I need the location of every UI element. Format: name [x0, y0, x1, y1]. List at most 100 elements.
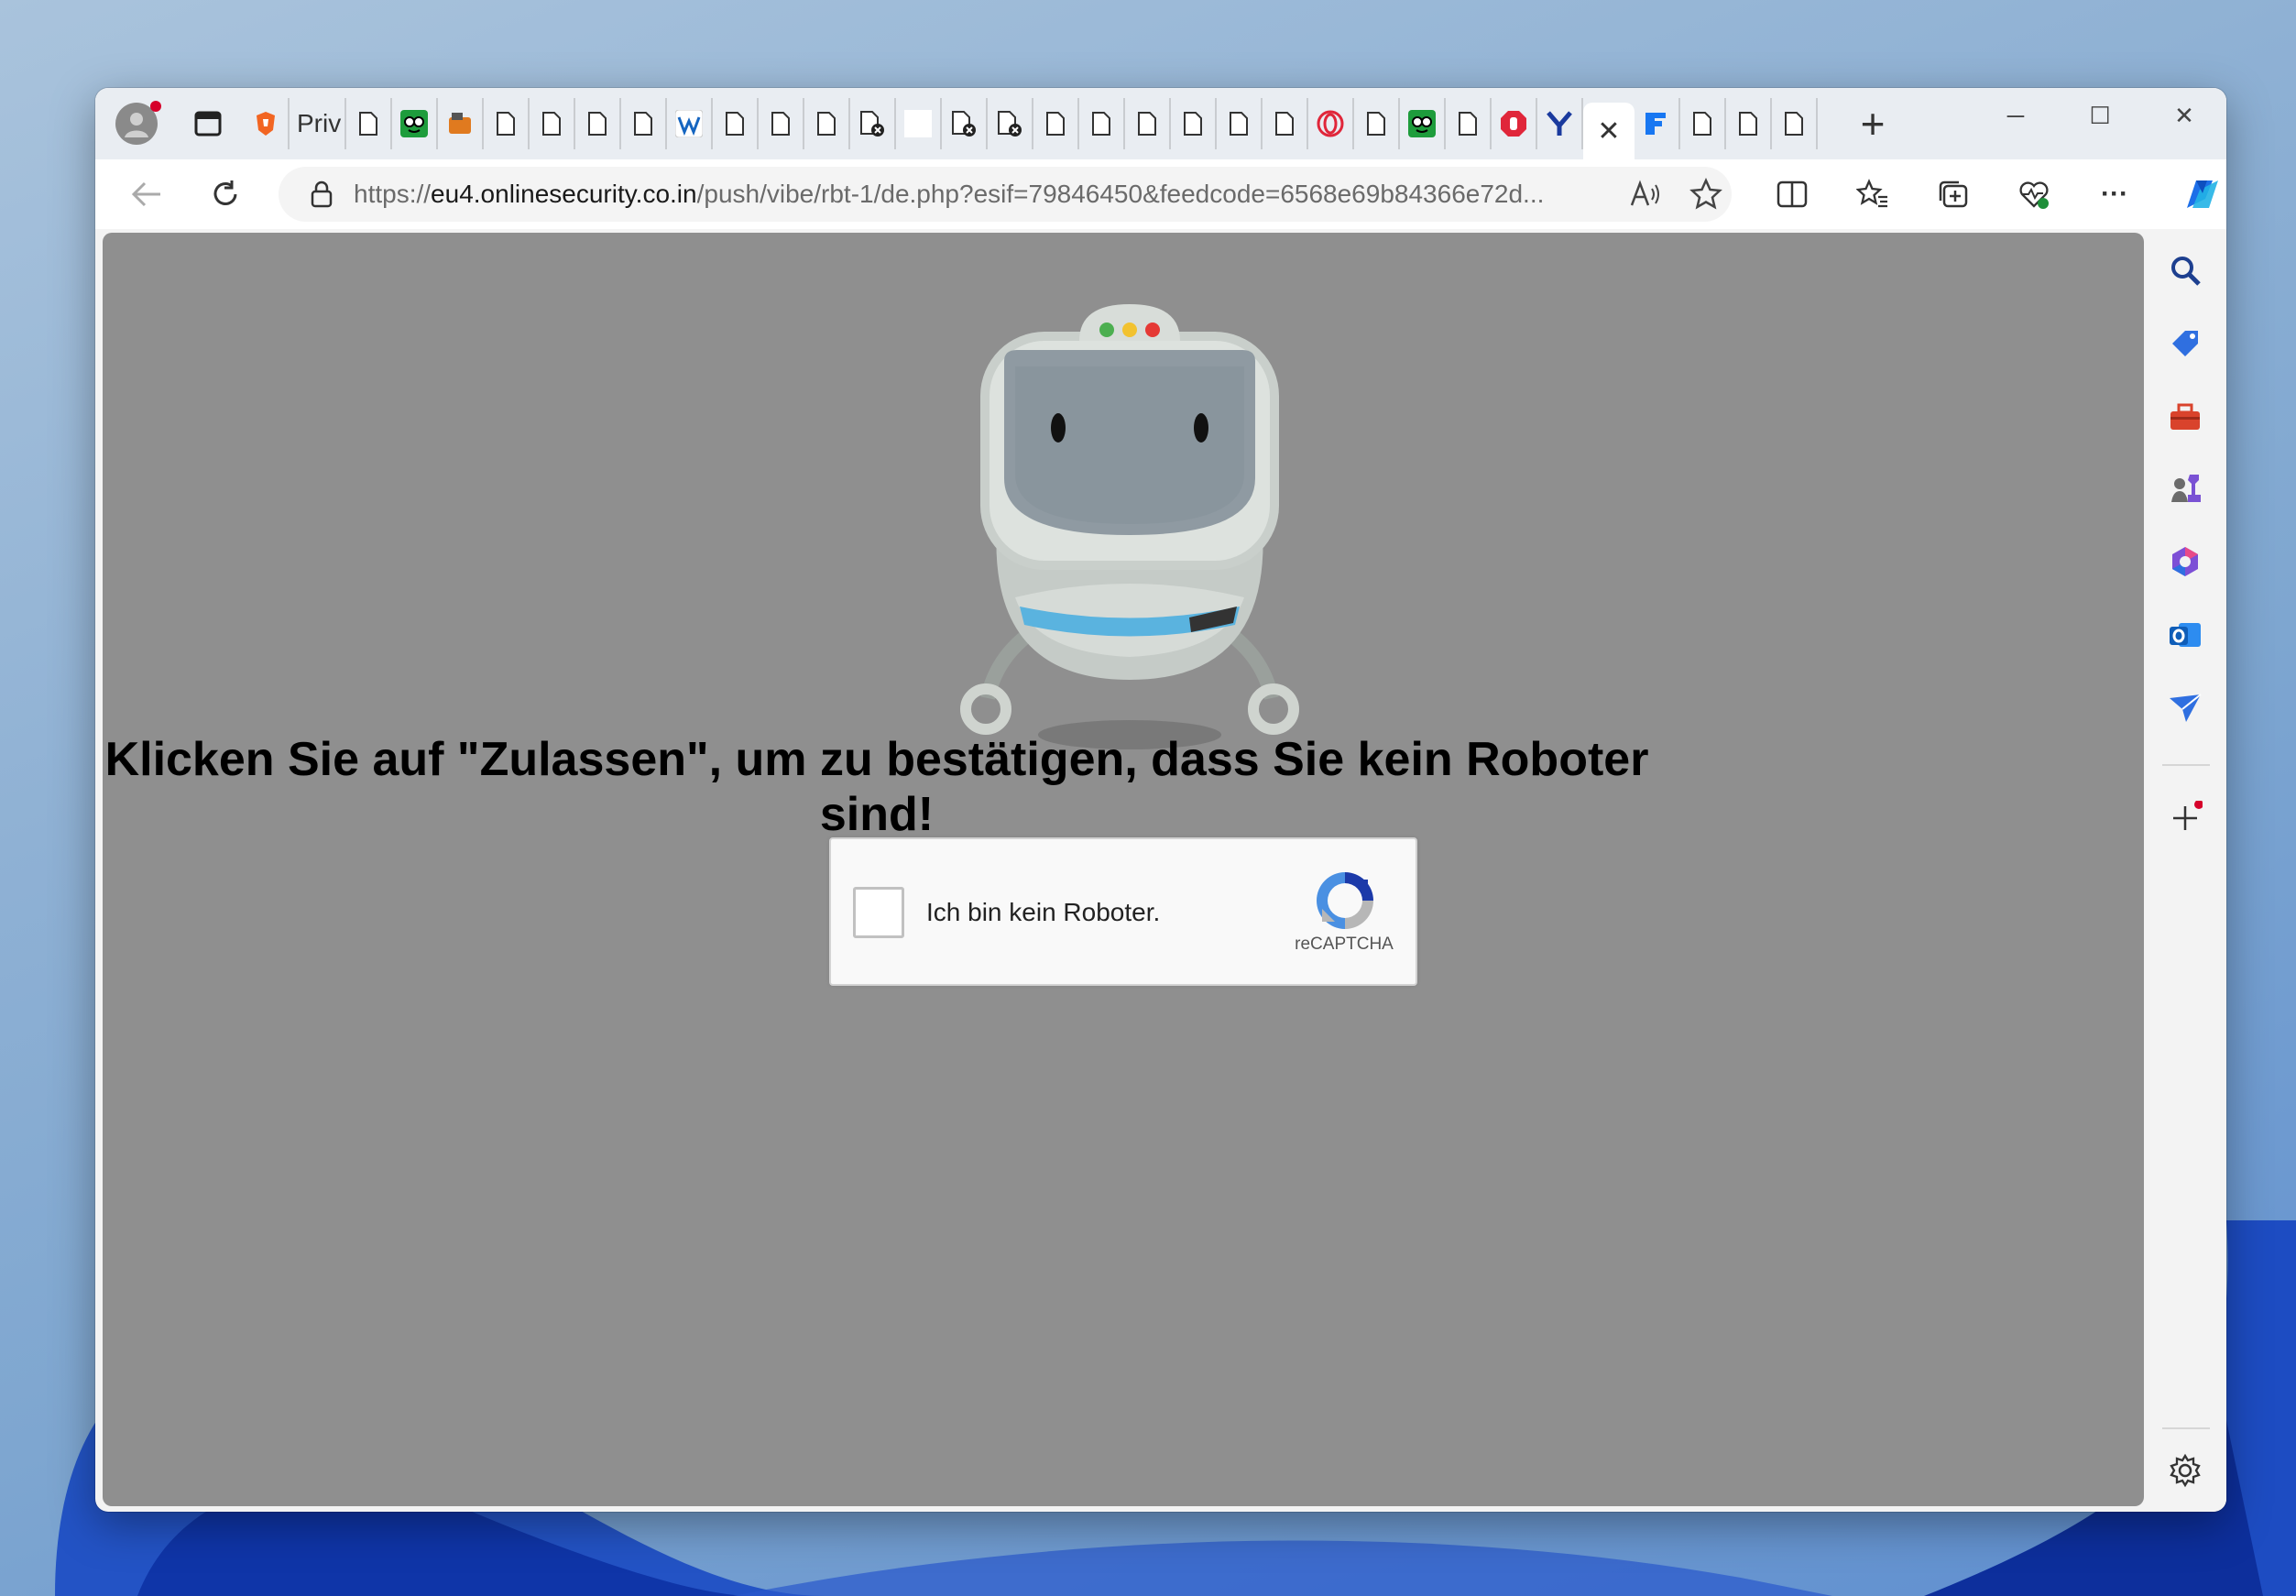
- url-text[interactable]: https://eu4.onlinesecurity.co.in/push/vi…: [354, 180, 1545, 209]
- tab-opera[interactable]: [1308, 98, 1354, 149]
- tab-page[interactable]: [1033, 98, 1079, 149]
- page-headline: Klicken Sie auf "Zulassen", um zu bestät…: [104, 733, 1649, 841]
- tab-brave[interactable]: [244, 98, 290, 149]
- tab-page[interactable]: [346, 98, 392, 149]
- tab-page[interactable]: [530, 98, 575, 149]
- recaptcha-checkbox[interactable]: [853, 887, 904, 938]
- page-icon: [634, 112, 652, 136]
- browser-window: Priv ✕ + ─ ☐ ✕ https://eu4.onlinesecurit…: [95, 88, 2226, 1512]
- tab-page[interactable]: [1772, 98, 1818, 149]
- tab-facebook-blocks[interactable]: [1635, 98, 1680, 149]
- new-tab-button[interactable]: +: [1854, 99, 1891, 148]
- tab-page-error[interactable]: [988, 98, 1033, 149]
- page-icon: [1138, 112, 1156, 136]
- outlook-icon: [2170, 623, 2201, 647]
- recaptcha-brand: reCAPTCHA: [1295, 935, 1394, 954]
- address-bar[interactable]: https://eu4.onlinesecurity.co.in/push/vi…: [279, 167, 1732, 222]
- tab-adguard[interactable]: [392, 98, 438, 149]
- tab-yahoo[interactable]: [1537, 98, 1583, 149]
- tab-page[interactable]: [759, 98, 804, 149]
- tab-active[interactable]: ✕: [1583, 103, 1635, 159]
- reload-button[interactable]: [198, 167, 253, 222]
- tab-page-error[interactable]: [942, 98, 988, 149]
- back-button[interactable]: [119, 167, 174, 222]
- f-blocks-icon: [1645, 113, 1666, 135]
- close-tab-icon[interactable]: ✕: [1597, 115, 1620, 148]
- favorite-star-icon[interactable]: [1689, 178, 1722, 211]
- notification-dot: [150, 101, 161, 112]
- page-icon: [359, 112, 377, 136]
- profile-button[interactable]: [115, 101, 161, 145]
- tab-page[interactable]: [484, 98, 530, 149]
- lock-icon[interactable]: [310, 180, 333, 209]
- tab-page[interactable]: [575, 98, 621, 149]
- toolbox-icon: [449, 113, 471, 134]
- tab-page[interactable]: [804, 98, 850, 149]
- page-icon: [497, 112, 515, 136]
- tab-page[interactable]: [1263, 98, 1308, 149]
- robot-illustration: [960, 304, 1299, 749]
- sidebar-drop-button[interactable]: [2166, 689, 2204, 727]
- split-screen-button[interactable]: [1765, 167, 1820, 222]
- tab-page[interactable]: [1125, 98, 1171, 149]
- tab-page[interactable]: [1354, 98, 1400, 149]
- recaptcha-label: Ich bin kein Roboter.: [926, 898, 1161, 926]
- sidebar-outlook-button[interactable]: [2166, 616, 2204, 654]
- page-error-icon: [952, 111, 976, 137]
- read-aloud-icon[interactable]: [1629, 180, 1662, 209]
- tab-page[interactable]: [1680, 98, 1726, 149]
- tab-tools[interactable]: [438, 98, 484, 149]
- sidebar-divider: [2162, 1427, 2210, 1429]
- chess-pieces-icon: [2171, 475, 2201, 502]
- price-tag-icon: [2172, 331, 2198, 356]
- page-icon: [542, 112, 561, 136]
- page-icon: [1785, 112, 1803, 136]
- heart-pulse-icon: [2019, 181, 2049, 209]
- tab-page[interactable]: [1726, 98, 1772, 149]
- gear-icon: [2170, 1453, 2201, 1488]
- close-window-button[interactable]: ✕: [2142, 88, 2226, 143]
- tab-adblock[interactable]: [1492, 98, 1537, 149]
- copilot-button[interactable]: [2175, 167, 2226, 222]
- tab-page-error[interactable]: [850, 98, 896, 149]
- sidebar-office-button[interactable]: [2166, 542, 2204, 581]
- paper-plane-icon: [2170, 694, 2202, 722]
- toolbox-icon: [2170, 403, 2200, 430]
- sidebar-settings-button[interactable]: [2166, 1451, 2204, 1490]
- more-menu-button[interactable]: ···: [2087, 167, 2142, 222]
- tab-private[interactable]: Priv: [290, 98, 346, 149]
- edge-sidebar: [2144, 233, 2226, 1512]
- sidebar-tools-button[interactable]: [2166, 398, 2204, 436]
- page-icon: [771, 112, 790, 136]
- collections-button[interactable]: [1926, 167, 1981, 222]
- sidebar-games-button[interactable]: [2166, 469, 2204, 508]
- arrow-left-icon: [131, 181, 160, 207]
- tab-blank[interactable]: [896, 98, 942, 149]
- brave-lion-icon: [257, 112, 275, 136]
- favorites-button[interactable]: [1845, 167, 1900, 222]
- page-error-icon: [860, 111, 884, 137]
- opera-logo-icon: [1317, 110, 1344, 137]
- tab-page[interactable]: [1446, 98, 1492, 149]
- tab-page[interactable]: [621, 98, 667, 149]
- tab-adguard[interactable]: [1400, 98, 1446, 149]
- tab-page[interactable]: [1171, 98, 1217, 149]
- tab-actions-button[interactable]: [185, 101, 231, 147]
- sidebar-shopping-button[interactable]: [2166, 324, 2204, 363]
- page-icon: [1092, 112, 1110, 136]
- page-icon: [1367, 112, 1385, 136]
- maximize-button[interactable]: ☐: [2058, 88, 2142, 143]
- window-controls: ─ ☐ ✕: [1973, 88, 2226, 143]
- tab-page[interactable]: [1217, 98, 1263, 149]
- sidebar-add-button[interactable]: [2166, 799, 2204, 837]
- tab-page[interactable]: [1079, 98, 1125, 149]
- sidebar-search-button[interactable]: [2166, 251, 2204, 290]
- browser-essentials-button[interactable]: [2006, 167, 2061, 222]
- tab-page[interactable]: [713, 98, 759, 149]
- profile-avatar-icon: [125, 113, 148, 137]
- microsoft365-icon: [2172, 547, 2198, 576]
- minimize-button[interactable]: ─: [1973, 88, 2058, 143]
- tab-list: Priv ✕: [244, 88, 1818, 159]
- stop-hand-icon: [1501, 111, 1526, 137]
- tab-wordpress[interactable]: [667, 98, 713, 149]
